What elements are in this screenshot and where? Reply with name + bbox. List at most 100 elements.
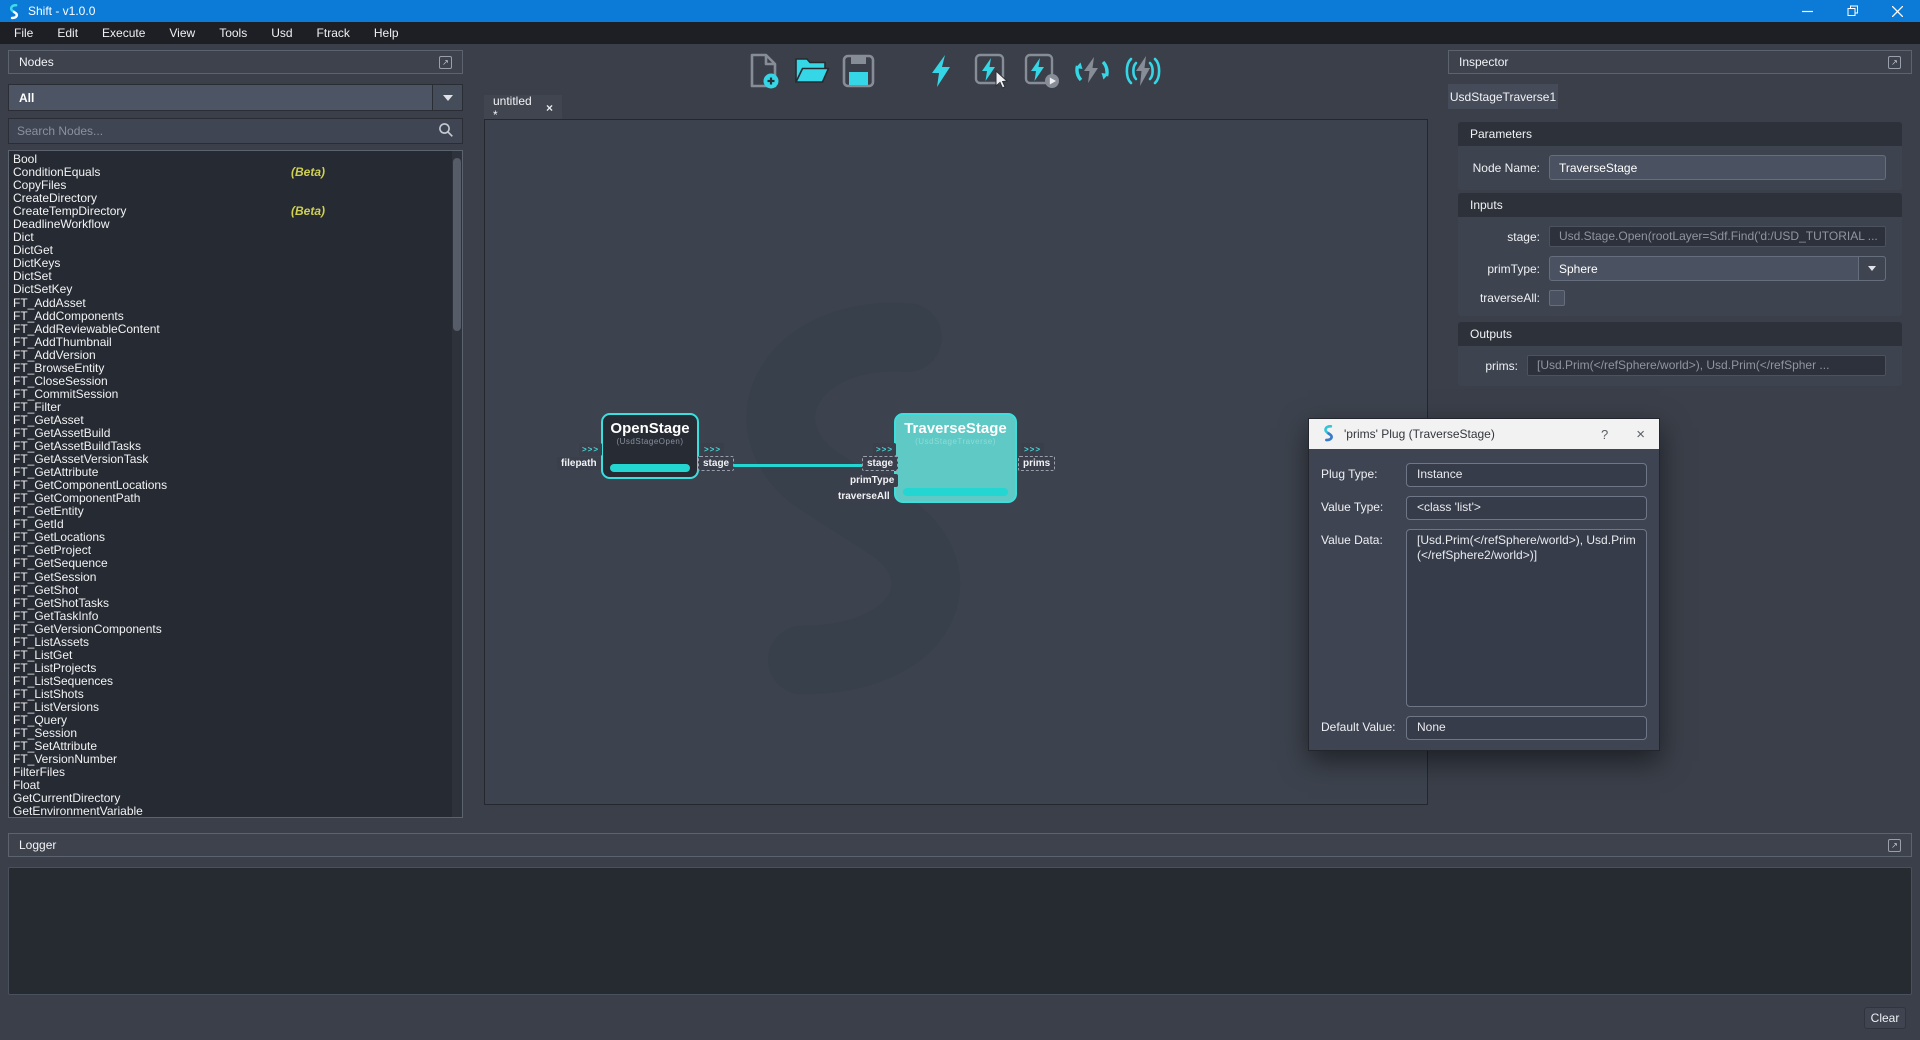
node-list-item[interactable]: FT_VersionNumber xyxy=(13,753,462,766)
node-list-item[interactable]: FT_GetSession xyxy=(13,571,462,584)
restore-button[interactable] xyxy=(1830,0,1875,22)
port-prims-out[interactable]: prims xyxy=(1018,456,1055,471)
graph-tab[interactable]: untitled * × xyxy=(484,95,562,120)
node-list-item[interactable]: FilterFiles xyxy=(13,766,462,779)
primtype-dropdown[interactable]: Sphere xyxy=(1549,256,1886,281)
node-filter-value: All xyxy=(19,91,34,105)
node-subtitle: (UsdStageOpen) xyxy=(603,437,697,446)
node-list-item[interactable]: DictGet xyxy=(13,244,462,257)
inspector-title: Inspector xyxy=(1459,55,1508,69)
menu-item[interactable]: Usd xyxy=(259,22,304,44)
inputs-header: Inputs xyxy=(1458,193,1902,217)
node-list-scrollbar[interactable] xyxy=(452,151,462,817)
popout-icon[interactable]: ↗ xyxy=(439,56,452,69)
scrollbar-thumb[interactable] xyxy=(453,158,461,331)
tab-close-icon[interactable]: × xyxy=(546,101,553,115)
menu-item[interactable]: File xyxy=(2,22,45,44)
chevron-down-icon xyxy=(1858,257,1885,280)
node-name-label: Node Name: xyxy=(1462,161,1540,175)
stage-value-field[interactable]: Usd.Stage.Open(rootLayer=Sdf.Find('d:/US… xyxy=(1549,226,1886,247)
menu-item[interactable]: Edit xyxy=(45,22,90,44)
menu-item[interactable]: Execute xyxy=(90,22,157,44)
new-file-button[interactable] xyxy=(746,52,782,90)
port-exec-in[interactable]: >>> xyxy=(873,443,896,456)
logger-panel-header: Logger ↗ xyxy=(8,833,1912,857)
outputs-header: Outputs xyxy=(1458,322,1902,346)
clear-logger-button[interactable]: Clear xyxy=(1864,1007,1906,1029)
connection-wire[interactable] xyxy=(729,464,865,467)
node-list-item[interactable]: Dict xyxy=(13,231,462,244)
open-file-button[interactable] xyxy=(794,55,830,87)
menu-item[interactable]: Help xyxy=(362,22,411,44)
logger-output[interactable] xyxy=(8,867,1912,995)
stage-label: stage: xyxy=(1462,230,1540,244)
default-value-field[interactable]: None xyxy=(1406,716,1647,740)
prims-label: prims: xyxy=(1462,359,1518,373)
default-value-label: Default Value: xyxy=(1321,716,1406,740)
beta-badge: (Beta) xyxy=(291,205,325,218)
shift-logo-icon xyxy=(7,3,20,20)
node-list-item[interactable]: ConditionEquals (Beta) xyxy=(13,166,462,179)
value-type-field[interactable]: <class 'list'> xyxy=(1406,496,1647,520)
primtype-label: primType: xyxy=(1462,262,1540,276)
traverseall-checkbox[interactable] xyxy=(1549,290,1565,306)
new-file-icon xyxy=(746,52,782,90)
close-button[interactable] xyxy=(1875,0,1920,22)
node-traversestage[interactable]: TraverseStage (UsdStageTraverse) xyxy=(894,413,1017,503)
inspector-node-tab[interactable]: UsdStageTraverse1 xyxy=(1448,84,1558,109)
popout-icon[interactable]: ↗ xyxy=(1888,56,1901,69)
port-traverseall-in[interactable]: traverseAll xyxy=(834,490,894,503)
dialog-close-button[interactable]: × xyxy=(1622,426,1647,443)
plug-type-field[interactable]: Instance xyxy=(1406,463,1647,487)
shift-logo-icon xyxy=(1321,424,1335,445)
port-primtype-in[interactable]: primType xyxy=(846,474,898,487)
port-exec-in[interactable]: >>> xyxy=(579,443,602,456)
execute-selected-button[interactable] xyxy=(973,52,1011,90)
popout-icon[interactable]: ↗ xyxy=(1888,839,1901,852)
node-list-item[interactable]: DictKeys xyxy=(13,257,462,270)
port-exec-out[interactable]: >>> xyxy=(1021,443,1044,456)
port-stage-in[interactable]: stage xyxy=(862,456,898,471)
parameters-group: Parameters Node Name: xyxy=(1458,122,1902,190)
search-icon xyxy=(438,122,454,141)
minimize-button[interactable] xyxy=(1785,0,1830,22)
node-filter-dropdown[interactable]: All xyxy=(8,84,463,111)
dialog-help-button[interactable]: ? xyxy=(1587,427,1622,442)
node-list-item[interactable]: GetEnvironmentVariable xyxy=(13,805,462,818)
beta-badge: (Beta) xyxy=(291,166,325,179)
node-title: OpenStage xyxy=(603,420,697,437)
node-graph-canvas[interactable]: OpenStage (UsdStageOpen) >>> filepath >>… xyxy=(484,119,1428,805)
node-name-input[interactable] xyxy=(1549,155,1886,180)
nodes-panel-title: Nodes xyxy=(19,55,54,69)
live-execute-button[interactable] xyxy=(1123,54,1163,88)
search-nodes-input[interactable] xyxy=(17,124,438,138)
execute-button[interactable] xyxy=(929,54,953,88)
node-progress-bar xyxy=(610,464,690,472)
logger-title: Logger xyxy=(19,838,56,852)
save-file-icon xyxy=(842,54,875,88)
save-file-button[interactable] xyxy=(842,54,875,88)
menu-item[interactable]: View xyxy=(157,22,207,44)
inputs-group: Inputs stage: Usd.Stage.Open(rootLayer=S… xyxy=(1458,193,1902,316)
node-list-item[interactable]: FT_Query xyxy=(13,714,462,727)
port-stage-out[interactable]: stage xyxy=(698,456,734,471)
open-file-icon xyxy=(794,55,830,87)
node-list-item[interactable]: FT_ListVersions xyxy=(13,701,462,714)
plug-type-label: Plug Type: xyxy=(1321,463,1406,487)
node-list-item[interactable]: FT_GetEntity xyxy=(13,505,462,518)
menu-item[interactable]: Tools xyxy=(207,22,259,44)
execute-from-node-button[interactable] xyxy=(1023,52,1061,90)
port-filepath[interactable]: filepath xyxy=(557,457,601,470)
node-openstage[interactable]: OpenStage (UsdStageOpen) xyxy=(601,413,699,479)
node-list-item[interactable]: DeadlineWorkflow xyxy=(13,218,462,231)
prims-value-field[interactable]: [Usd.Prim(</refSphere/world>), Usd.Prim(… xyxy=(1527,355,1886,376)
node-list-item[interactable]: FT_CommitSession xyxy=(13,388,462,401)
node-type-list: Bool ConditionEquals (Beta) CopyFiles Cr… xyxy=(8,150,463,818)
port-exec-out[interactable]: >>> xyxy=(701,443,724,456)
node-list-item[interactable]: DictSet xyxy=(13,270,462,283)
outputs-group: Outputs prims: [Usd.Prim(</refSphere/wor… xyxy=(1458,322,1902,386)
value-data-field[interactable]: [Usd.Prim(</refSphere/world>), Usd.Prim(… xyxy=(1406,529,1647,707)
menu-item[interactable]: Ftrack xyxy=(305,22,362,44)
re-execute-button[interactable] xyxy=(1073,52,1111,90)
node-list-item[interactable]: FT_ListAssets xyxy=(13,636,462,649)
